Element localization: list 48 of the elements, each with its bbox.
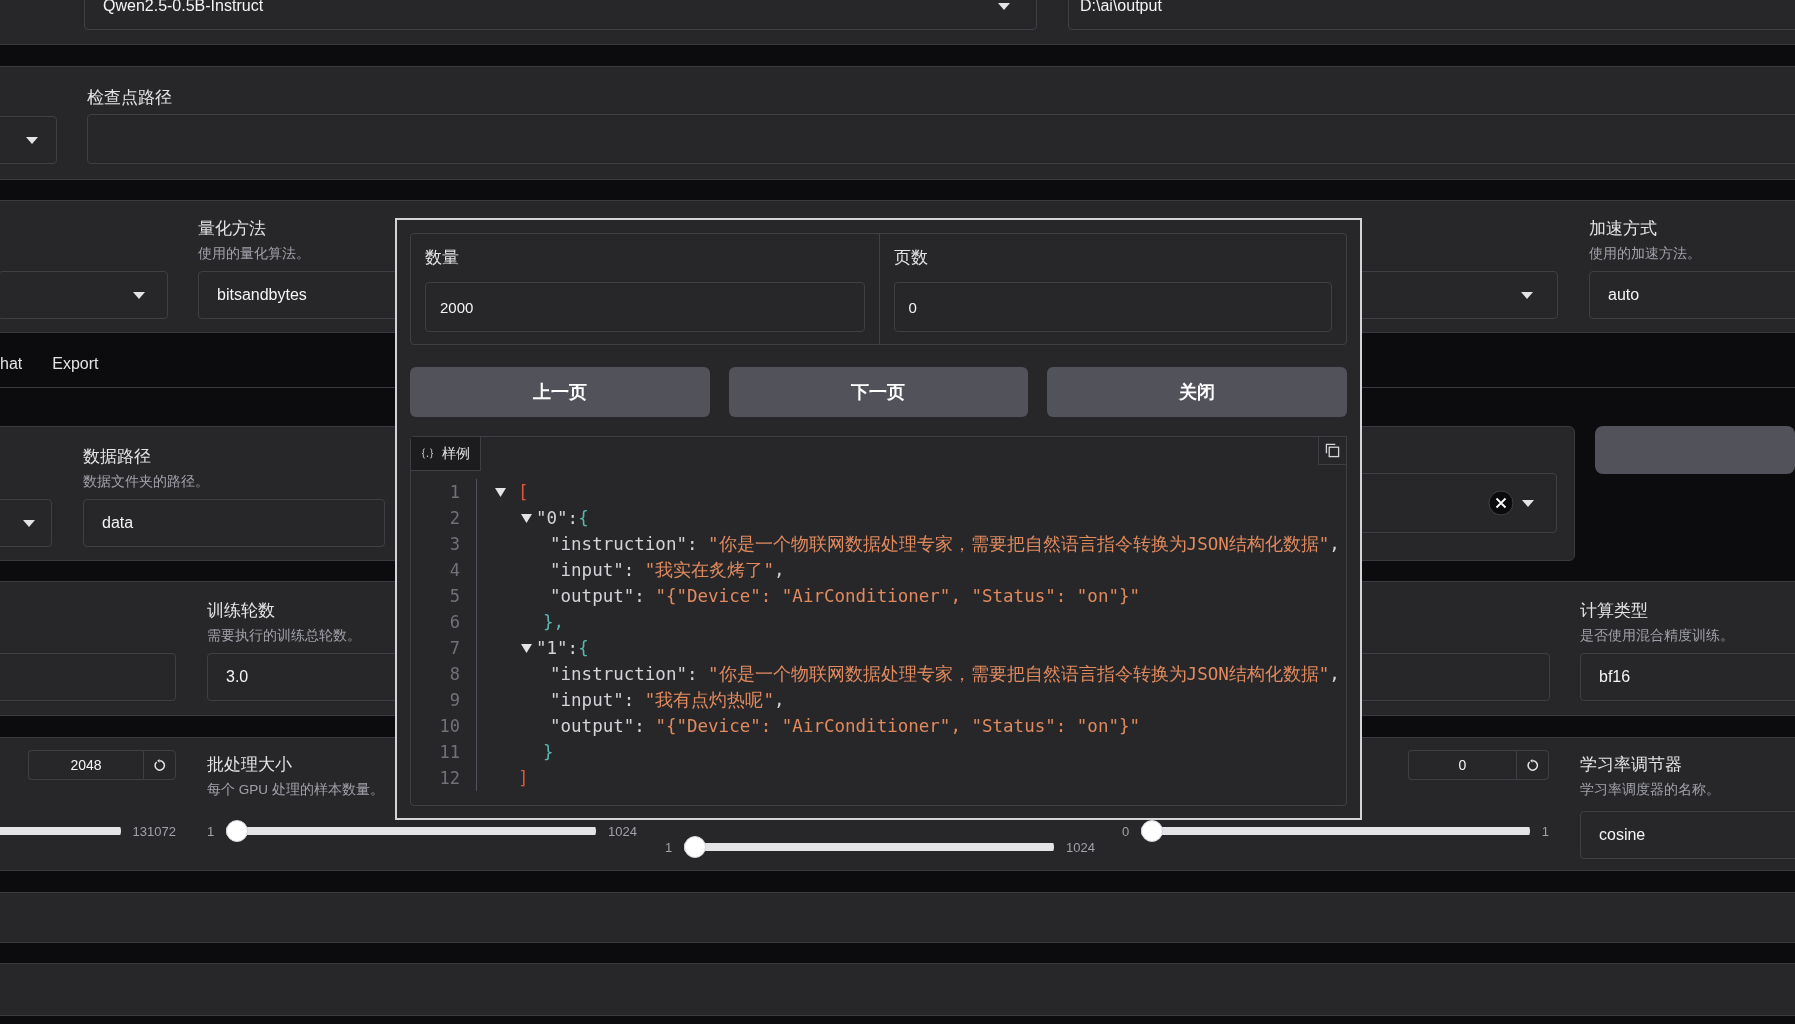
code-line: "0":{ xyxy=(536,507,589,530)
line-number: 7 xyxy=(449,637,460,660)
slider-max: 1 xyxy=(1541,823,1549,839)
field-label: 量化方法 xyxy=(198,218,266,240)
code-line: "1":{ xyxy=(536,637,589,660)
code-line: "input": "我实在炙烤了", xyxy=(550,559,785,582)
line-number: 12 xyxy=(439,767,460,790)
slider-min: 1 xyxy=(665,839,673,855)
field-label: 数量 xyxy=(425,247,460,269)
line-number: 8 xyxy=(449,663,460,686)
field-label: 学习率调节器 xyxy=(1580,754,1682,776)
field-label: 批处理大小 xyxy=(207,754,292,776)
code-line: }, xyxy=(543,611,565,634)
field-description: 每个 GPU 处理的样本数量。 xyxy=(207,781,384,799)
line-number: 4 xyxy=(449,559,460,582)
field-description: 需要执行的训练总轮数。 xyxy=(207,627,361,645)
line-number: 6 xyxy=(449,611,460,634)
code-line: [ xyxy=(518,481,529,504)
field-label: 训练轮数 xyxy=(207,600,275,622)
line-number: 5 xyxy=(449,585,460,608)
field-description: 是否使用混合精度训练。 xyxy=(1580,627,1734,645)
line-number: 10 xyxy=(439,715,460,738)
code-line: ] xyxy=(518,767,529,790)
code-line: "output": "{"Device": "AirConditioner", "Status": "on"}" xyxy=(550,585,1141,608)
line-number: 1 xyxy=(449,481,460,504)
slider-max: 1024 xyxy=(1066,839,1095,855)
field-description: 学习率调度器的名称。 xyxy=(1580,781,1720,799)
field-label: 计算类型 xyxy=(1580,600,1648,622)
line-number: 11 xyxy=(439,741,460,764)
slider-min: 0 xyxy=(1122,823,1130,839)
slider-min: 1 xyxy=(207,823,215,839)
line-number: 9 xyxy=(449,689,460,712)
slider-max: 1024 xyxy=(608,823,637,839)
field-label: 数据路径 xyxy=(83,446,151,468)
field-description: 使用的加速方法。 xyxy=(1589,245,1701,263)
line-number: 3 xyxy=(449,533,460,556)
field-label: 检查点路径 xyxy=(87,87,172,109)
field-description: 数据文件夹的路径。 xyxy=(83,473,209,491)
field-label: 页数 xyxy=(893,247,929,269)
field-description: 使用的量化算法。 xyxy=(198,245,310,263)
slider-max: 131072 xyxy=(132,823,176,839)
code-line: "instruction": "你是一个物联网数据处理专家，需要把自然语言指令转换为JSON结构化数据", xyxy=(550,533,1340,556)
code-line: "input": "我有点灼热呢", xyxy=(550,689,785,712)
field-label: 加速方式 xyxy=(1589,218,1657,240)
line-number: 2 xyxy=(449,507,460,530)
code-line: "output": "{"Device": "AirConditioner", "Status": "on"}" xyxy=(550,715,1141,738)
code-line: } xyxy=(543,741,554,764)
code-line: "instruction": "你是一个物联网数据处理专家，需要把自然语言指令转换为JSON结构化数据", xyxy=(550,663,1340,686)
